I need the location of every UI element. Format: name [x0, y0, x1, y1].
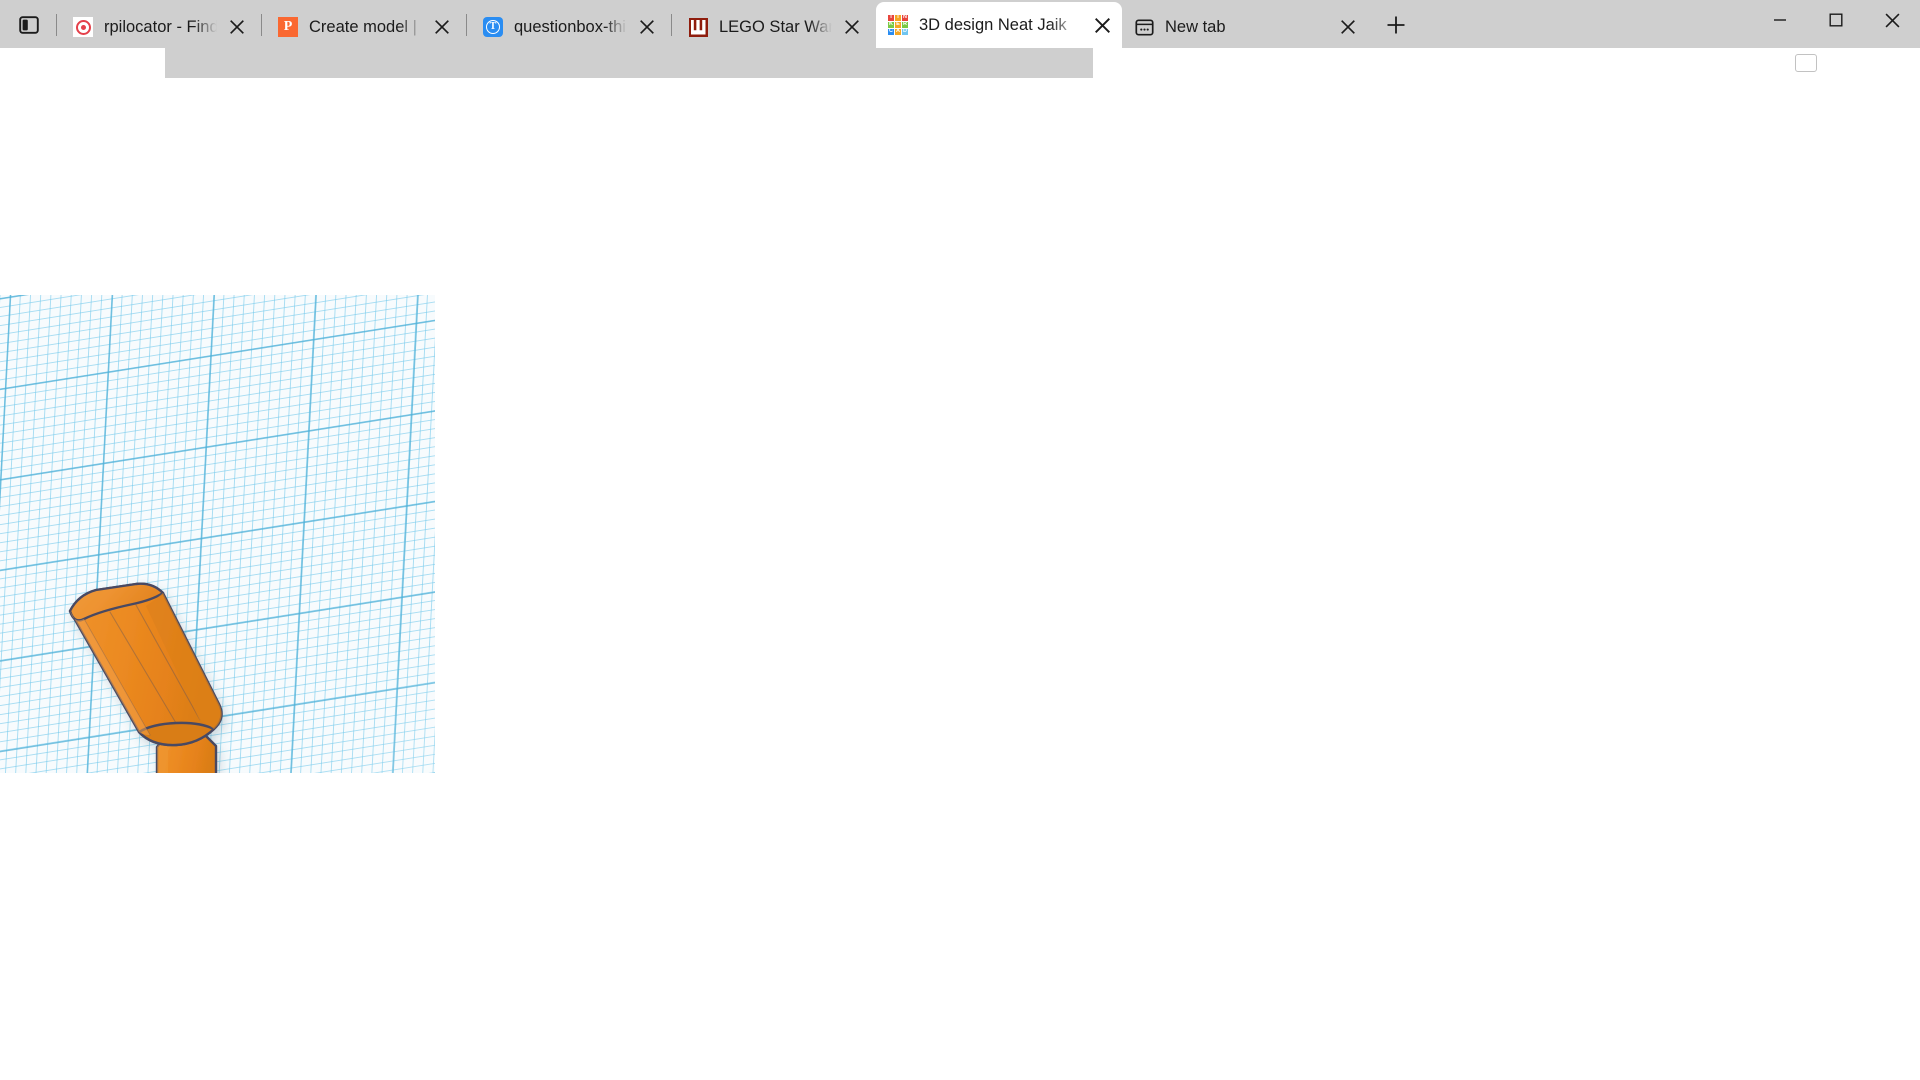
- new-tab-page-icon: [1134, 17, 1154, 37]
- maximize-icon[interactable]: [1808, 0, 1864, 40]
- close-icon[interactable]: [428, 13, 456, 41]
- tab-strip: rpilocator - Find Ras P Create model | P…: [0, 0, 1752, 48]
- tinkercad-tile-t: T: [888, 14, 894, 21]
- toolbar-ghost-left: [0, 48, 165, 78]
- browser-tab-printables[interactable]: P Create model | Print: [266, 6, 462, 48]
- tinkercad-icon: TIN KER CAD: [888, 15, 908, 35]
- tab-title: questionbox-things: [514, 17, 627, 36]
- browser-tab-rpilocator[interactable]: rpilocator - Find Ras: [61, 6, 257, 48]
- tab-separator: [671, 14, 672, 36]
- tab-actions-icon[interactable]: [6, 2, 52, 48]
- new-tab-button[interactable]: [1376, 5, 1416, 45]
- tinkercad-tile-a: A: [895, 28, 901, 35]
- lego-icon: [688, 17, 708, 37]
- tab-separator: [261, 14, 262, 36]
- rpilocator-target-icon: [73, 17, 93, 37]
- close-icon[interactable]: [1334, 13, 1362, 41]
- tinkercad-tile-i: I: [895, 15, 901, 21]
- printables-icon: P: [278, 17, 298, 37]
- thingiverse-letter: T: [486, 20, 500, 34]
- close-window-icon[interactable]: [1864, 0, 1920, 40]
- tinkercad-tile-k: K: [888, 21, 894, 28]
- browser-tab-new-tab[interactable]: New tab: [1122, 6, 1368, 48]
- tinkercad-3d-viewport[interactable]: [0, 295, 435, 773]
- browser-tab-lego-star-wars[interactable]: LEGO Star Wars - Th: [676, 6, 872, 48]
- tab-separator: [466, 14, 467, 36]
- browser-titlebar: rpilocator - Find Ras P Create model | P…: [0, 0, 1920, 48]
- browser-tab-questionbox-things[interactable]: T questionbox-things: [471, 6, 667, 48]
- browser-tab-tinkercad-active[interactable]: TIN KER CAD 3D design Neat Jaik: [876, 2, 1122, 48]
- close-icon[interactable]: [633, 13, 661, 41]
- browser-window: rpilocator - Find Ras P Create model | P…: [0, 0, 1920, 1080]
- page-content-area: [0, 48, 1920, 1080]
- printables-letter: P: [278, 17, 298, 37]
- tinkercad-tile-r: R: [902, 21, 908, 28]
- tinkercad-tile-n: N: [902, 14, 908, 21]
- tab-separator: [56, 14, 57, 36]
- tinkercad-tile-c: C: [888, 28, 894, 35]
- tab-title: New tab: [1165, 17, 1226, 36]
- close-icon[interactable]: [223, 13, 251, 41]
- tab-title: rpilocator - Find Ras: [104, 17, 217, 36]
- close-icon[interactable]: [1088, 11, 1116, 39]
- workplane-grid: [0, 295, 435, 773]
- thingiverse-icon: T: [483, 17, 503, 37]
- tinkercad-tile-d: D: [902, 28, 908, 35]
- window-controls: [1752, 0, 1920, 48]
- tab-title: 3D design Neat Jaik: [919, 15, 1067, 34]
- tab-title: Create model | Print: [309, 17, 422, 36]
- toolbar-ghost-strip: [0, 48, 1920, 78]
- close-icon[interactable]: [838, 13, 866, 41]
- tinkercad-tile-e: E: [895, 21, 901, 28]
- minimize-icon[interactable]: [1752, 0, 1808, 40]
- tab-title: LEGO Star Wars - Th: [719, 17, 832, 36]
- toolbar-ghost-icon: [1795, 54, 1817, 72]
